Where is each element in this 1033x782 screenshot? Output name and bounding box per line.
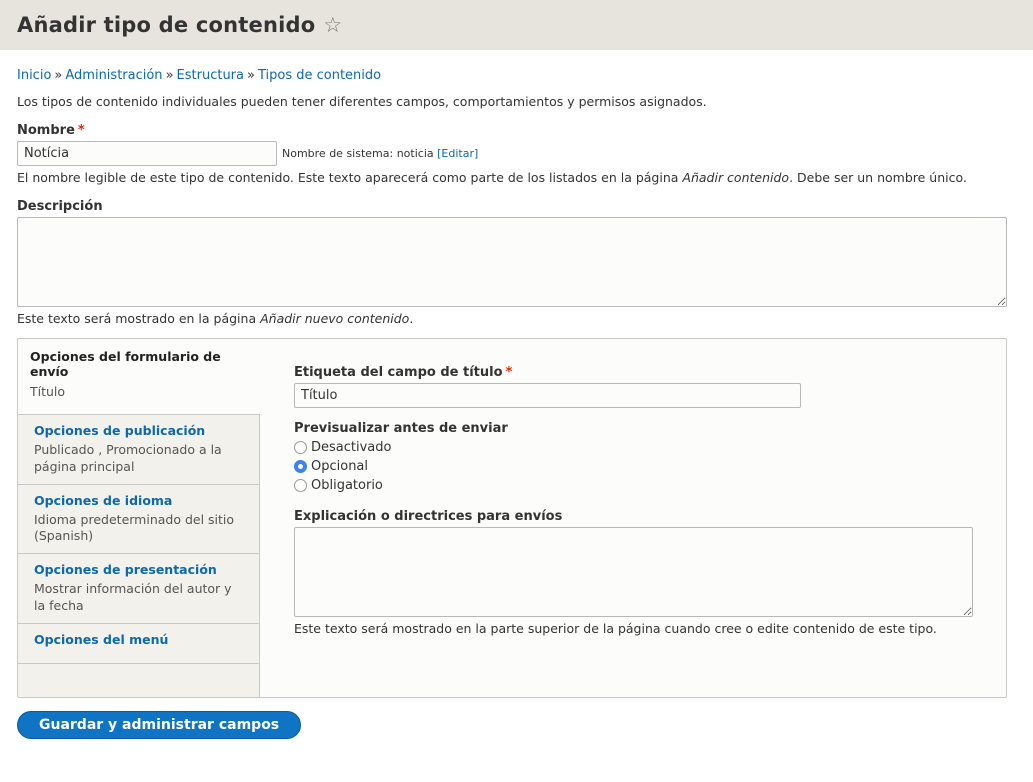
- help-description: Este texto será mostrado en la parte sup…: [294, 621, 937, 636]
- page-title: Añadir tipo de contenido: [17, 13, 316, 37]
- breadcrumb: Inicio» Administración» Estructura» Tipos d…: [17, 68, 1016, 83]
- tab-summary: Mostrar información del autor y la fecha: [34, 581, 232, 613]
- machine-name-edit-link[interactable]: [Editar]: [437, 147, 478, 160]
- help-textarea[interactable]: [294, 527, 973, 617]
- machine-name-text: Nombre de sistema: noticia: [282, 147, 434, 160]
- preview-field: Previsualizar antes de enviar Desactivad…: [294, 421, 973, 493]
- save-and-manage-fields-button[interactable]: Guardar y administrar campos: [17, 711, 302, 739]
- tab-language[interactable]: Opciones de idioma Idioma predeterminado…: [18, 484, 259, 555]
- radio-option-opcional[interactable]: Opcional: [294, 459, 973, 474]
- tab-summary: Idioma predeterminado del sitio (Spanish…: [34, 511, 235, 543]
- tab-menu[interactable]: Opciones del menú: [18, 623, 259, 664]
- description-field: Descripción Este texto será mostrado en …: [17, 199, 1016, 326]
- required-marker: *: [505, 365, 513, 380]
- name-label: Nombre: [17, 123, 75, 138]
- name-desc-emphasis: Añadir contenido: [682, 170, 790, 185]
- help-label: Explicación o directrices para envíos: [294, 509, 563, 524]
- description-help-emphasis: Añadir nuevo contenido: [260, 311, 410, 326]
- radio-button[interactable]: [294, 441, 307, 454]
- description-help-text-end: .: [409, 311, 414, 326]
- tab-pane-submission-form: Etiqueta del campo de título* Previsuali…: [260, 339, 1007, 697]
- radio-button-selected[interactable]: [294, 460, 307, 473]
- radio-option-obligatorio[interactable]: Obligatorio: [294, 478, 973, 493]
- description-textarea[interactable]: [17, 217, 1007, 307]
- name-desc-text: El nombre legible de este tipo de conten…: [17, 170, 683, 185]
- intro-text: Los tipos de contenido individuales pued…: [17, 94, 707, 109]
- description-label: Descripción: [17, 199, 103, 214]
- radio-button[interactable]: [294, 479, 307, 492]
- tab-title: Opciones del menú: [34, 631, 169, 647]
- tab-publishing[interactable]: Opciones de publicación Publicado , Prom…: [18, 415, 259, 485]
- title-label-field: Etiqueta del campo de título *: [294, 365, 973, 408]
- tab-submission-form[interactable]: Opciones del formulario de envío Título: [18, 339, 260, 416]
- vertical-tab-list: Opciones del formulario de envío Título …: [18, 339, 260, 697]
- breadcrumb-separator: »: [165, 68, 174, 83]
- preview-label: Previsualizar antes de enviar: [294, 421, 508, 436]
- name-description: El nombre legible de este tipo de conten…: [17, 170, 1016, 185]
- description-help: Este texto será mostrado en la página Añ…: [17, 311, 1016, 326]
- tab-summary: Título: [30, 384, 66, 399]
- help-field: Explicación o directrices para envíos Es…: [294, 509, 973, 636]
- tab-title: Opciones de presentación: [34, 562, 217, 578]
- radio-option-desactivado[interactable]: Desactivado: [294, 440, 973, 455]
- required-marker: *: [77, 123, 85, 138]
- breadcrumb-link-estructura[interactable]: Estructura: [177, 68, 244, 83]
- radio-label: Desactivado: [311, 440, 392, 455]
- tab-title: Opciones del formulario de envío: [30, 349, 221, 379]
- main-content: Inicio» Administración» Estructura» Tipos d…: [0, 68, 1033, 739]
- radio-label: Obligatorio: [311, 478, 383, 493]
- breadcrumb-link-tipos-de-contenido[interactable]: Tipos de contenido: [258, 68, 381, 83]
- radio-label: Opcional: [311, 459, 369, 474]
- vertical-tabs: Opciones del formulario de envío Título …: [17, 338, 1007, 698]
- name-field: Nombre* Nombre de sistema: noticia [Edit…: [17, 123, 1016, 185]
- name-row: Nombre de sistema: noticia [Editar]: [17, 141, 1016, 166]
- name-desc-text-end: . Debe ser un nombre único.: [789, 170, 967, 185]
- star-icon[interactable]: ☆: [323, 14, 342, 36]
- tab-display[interactable]: Opciones de presentación Mostrar informa…: [18, 554, 259, 624]
- description-help-text: Este texto será mostrado en la página: [17, 311, 261, 326]
- tab-title: Opciones de publicación: [34, 423, 206, 439]
- breadcrumb-link-administracion[interactable]: Administración: [65, 68, 162, 83]
- breadcrumb-link-inicio[interactable]: Inicio: [17, 68, 51, 83]
- name-input[interactable]: [17, 141, 277, 166]
- title-label-input[interactable]: [294, 383, 801, 408]
- page-header: Añadir tipo de contenido ☆: [0, 0, 1033, 50]
- machine-name: Nombre de sistema: noticia [Editar]: [282, 147, 478, 160]
- tab-title: Opciones de idioma: [34, 492, 173, 508]
- title-field-label: Etiqueta del campo de título: [294, 365, 503, 380]
- breadcrumb-separator: »: [54, 68, 63, 83]
- tab-summary: Publicado , Promocionado a la página pri…: [34, 442, 222, 474]
- breadcrumb-separator: »: [247, 68, 255, 83]
